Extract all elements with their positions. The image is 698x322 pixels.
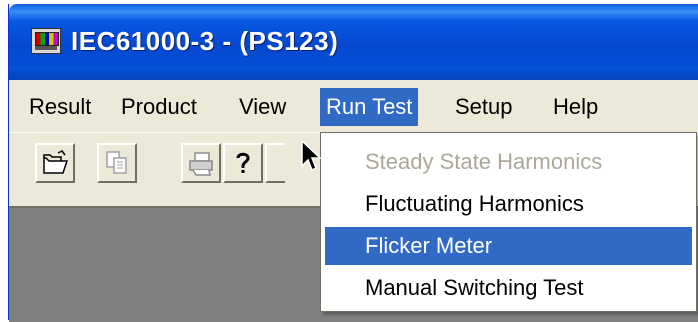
menu-item-manual-switching-test[interactable]: Manual Switching Test bbox=[325, 269, 692, 307]
menu-product[interactable]: Product bbox=[115, 88, 203, 126]
open-button[interactable] bbox=[35, 143, 75, 183]
run-test-dropdown: Steady State Harmonics Fluctuating Harmo… bbox=[320, 132, 697, 312]
help-icon bbox=[236, 152, 250, 173]
menu-view[interactable]: View bbox=[233, 88, 292, 126]
open-folder-icon bbox=[43, 150, 69, 174]
menu-setup[interactable]: Setup bbox=[449, 88, 519, 126]
menu-result[interactable]: Result bbox=[23, 88, 97, 126]
print-icon bbox=[189, 152, 213, 176]
menu-run-test[interactable]: Run Test bbox=[320, 88, 419, 126]
menu-item-flicker-meter[interactable]: Flicker Meter bbox=[325, 227, 692, 265]
mouse-pointer-icon bbox=[301, 140, 321, 172]
pointer-button[interactable] bbox=[265, 143, 285, 183]
print-button[interactable] bbox=[181, 143, 221, 183]
menu-item-fluctuating-harmonics[interactable]: Fluctuating Harmonics bbox=[325, 185, 692, 223]
help-button[interactable] bbox=[223, 143, 263, 183]
app-window: IEC61000-3 - (PS123) Result Product View… bbox=[8, 4, 698, 322]
menu-help[interactable]: Help bbox=[547, 88, 604, 126]
copy-button[interactable] bbox=[97, 143, 137, 183]
copy-icon bbox=[106, 151, 127, 174]
window-title: IEC61000-3 - (PS123) bbox=[71, 26, 339, 56]
menu-item-steady-state-harmonics: Steady State Harmonics bbox=[365, 149, 603, 174]
menu-bar: Result Product View Run Test Setup Help bbox=[9, 80, 698, 132]
app-monitor-icon[interactable] bbox=[31, 28, 61, 54]
title-bar[interactable]: IEC61000-3 - (PS123) bbox=[9, 4, 698, 80]
